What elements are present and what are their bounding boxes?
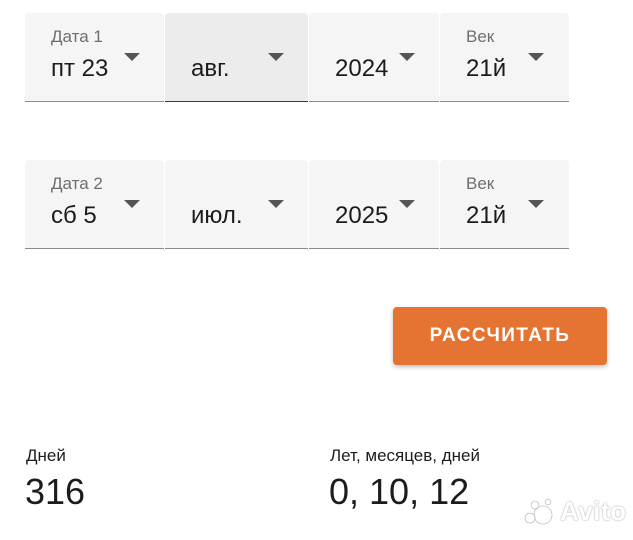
date2-month-select[interactable]: июл.: [165, 160, 308, 249]
date2-century-select[interactable]: Век 21й: [440, 160, 569, 249]
avito-watermark: Avito: [523, 496, 627, 527]
date1-century-value: 21й: [466, 55, 507, 82]
date2-year-value: 2025: [335, 202, 389, 229]
date1-label: Дата 1: [51, 27, 103, 46]
date1-year-select[interactable]: 2024: [309, 13, 439, 102]
dropdown-arrow-icon: [124, 53, 140, 61]
dropdown-arrow-icon: [268, 53, 284, 61]
dropdown-arrow-icon: [268, 200, 284, 208]
avito-logo-icon: [524, 498, 553, 524]
days-value: 316: [25, 471, 86, 512]
dropdown-arrow-icon: [124, 200, 140, 208]
date1-century-select[interactable]: Век 21й: [440, 13, 569, 102]
date2-day-select[interactable]: Дата 2 сб 5: [25, 160, 164, 249]
date1-month-select[interactable]: авг.: [165, 13, 308, 102]
date1-month-value: авг.: [191, 55, 230, 82]
date2-month-value: июл.: [191, 202, 243, 229]
date1-century-label: Век: [466, 27, 495, 46]
date2-year-select[interactable]: 2025: [309, 160, 439, 249]
date2-century-label: Век: [466, 174, 495, 193]
years-months-days-value: 0, 10, 12: [329, 471, 470, 512]
date1-year-value: 2024: [335, 55, 389, 82]
dropdown-arrow-icon: [528, 200, 544, 208]
dropdown-arrow-icon: [528, 53, 544, 61]
dropdown-arrow-icon: [399, 53, 415, 61]
years-months-days-label: Лет, месяцев, дней: [330, 446, 480, 465]
watermark-text: Avito: [560, 496, 627, 526]
date2-label: Дата 2: [51, 174, 103, 193]
date1-day-select[interactable]: Дата 1 пт 23: [25, 13, 164, 102]
days-label: Дней: [26, 446, 66, 465]
calculate-button[interactable]: РАССЧИТАТЬ: [393, 307, 607, 365]
date2-day-value: сб 5: [51, 202, 97, 229]
date2-century-value: 21й: [466, 202, 507, 229]
date1-day-value: пт 23: [51, 55, 109, 82]
dropdown-arrow-icon: [399, 200, 415, 208]
